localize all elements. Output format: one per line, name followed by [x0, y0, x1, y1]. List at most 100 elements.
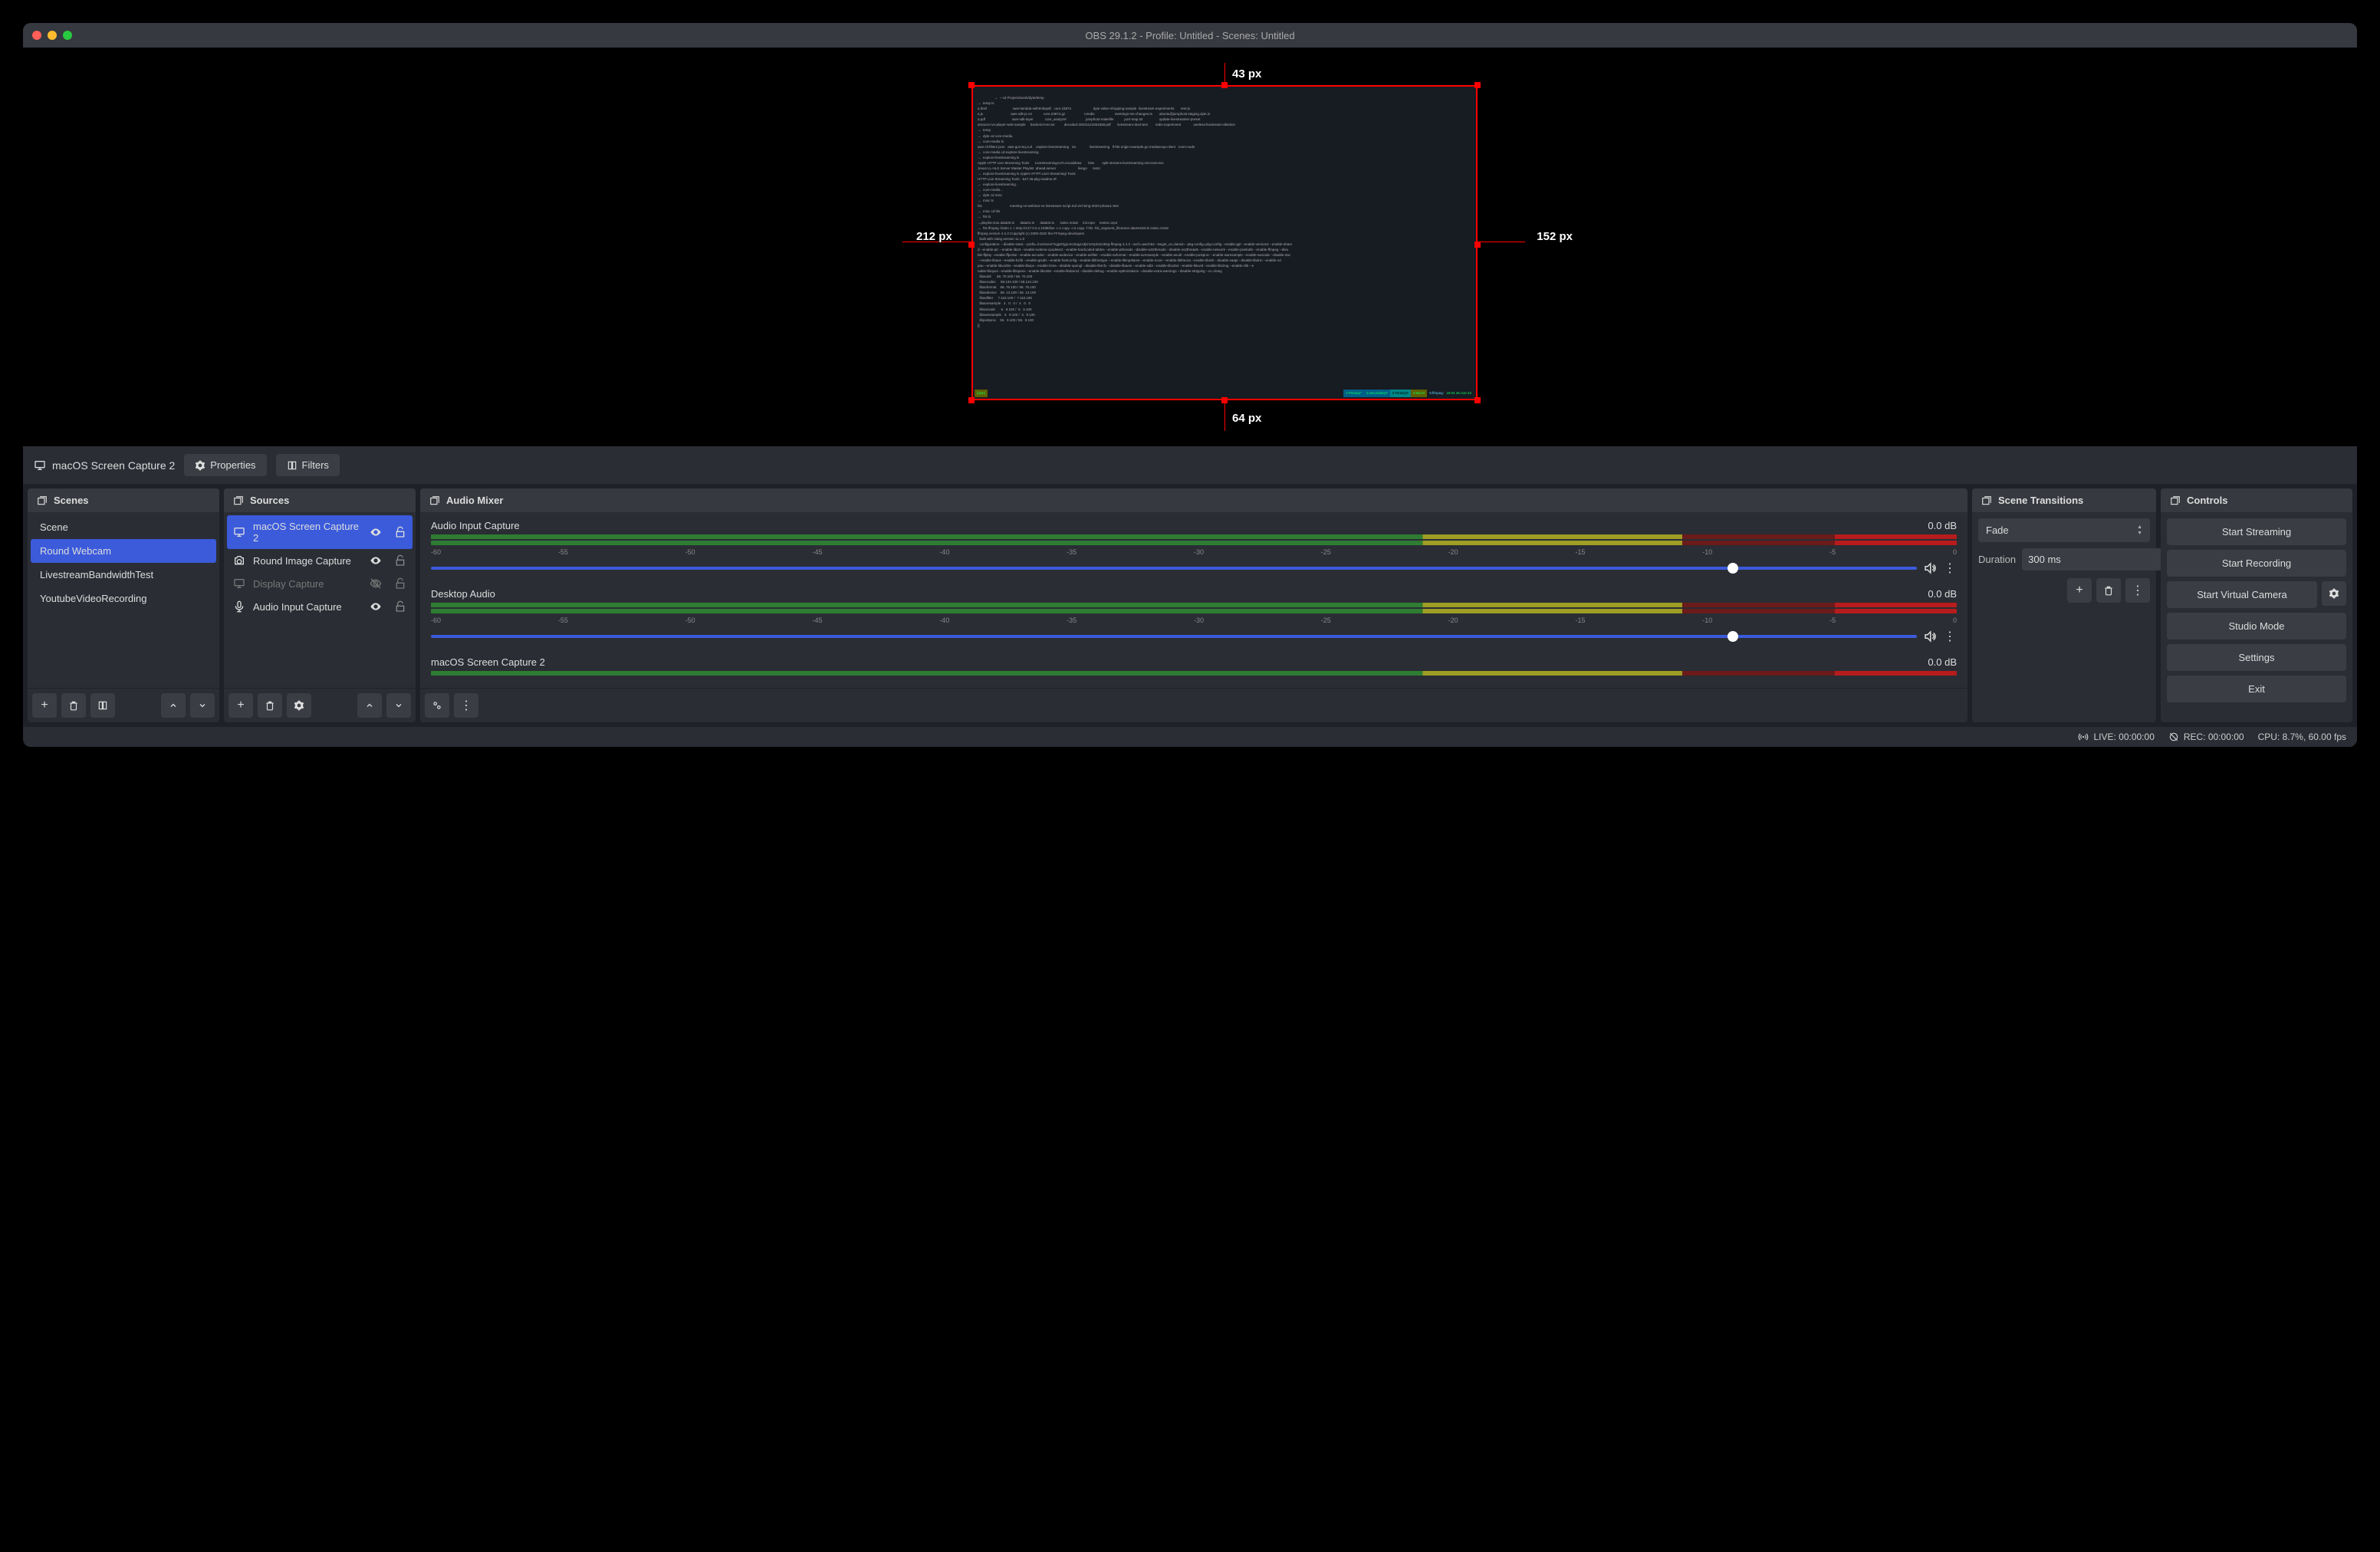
gear-icon	[2329, 588, 2339, 599]
speaker-icon[interactable]	[1923, 561, 1937, 575]
tmux-time: 18:04 26-Jun-23	[1446, 390, 1474, 397]
scenes-header: Scenes	[28, 488, 219, 512]
gear-icon	[294, 700, 304, 711]
volume-slider[interactable]	[431, 635, 1917, 638]
mixer-menu-button[interactable]: ⋮	[454, 693, 478, 718]
transitions-panel: Scene Transitions Fade ▲▼ Duration ▲▼ + …	[1972, 488, 2156, 722]
scenes-footer: +	[28, 688, 219, 722]
scene-item[interactable]: LivestreamBandwidthTest	[31, 563, 216, 587]
tmux-statusbar: [dyte] 1:Primary* 2:Secondary# 3:Tertiar…	[975, 390, 1474, 397]
add-transition-button[interactable]: +	[2067, 578, 2092, 603]
resize-handle-ml[interactable]	[968, 242, 975, 248]
start-streaming-button[interactable]: Start Streaming	[2167, 518, 2346, 545]
window-title: OBS 29.1.2 - Profile: Untitled - Scenes:…	[23, 30, 2357, 41]
status-live: LIVE: 00:00:00	[2078, 732, 2154, 742]
move-scene-up-button[interactable]	[161, 693, 186, 718]
scene-filters-button[interactable]	[90, 693, 115, 718]
gears-icon	[432, 700, 442, 711]
lock-open-icon[interactable]	[394, 577, 406, 590]
eye-icon[interactable]	[370, 526, 382, 538]
lock-open-icon[interactable]	[394, 600, 406, 613]
microphone-icon	[233, 600, 245, 613]
titlebar: OBS 29.1.2 - Profile: Untitled - Scenes:…	[23, 23, 2357, 48]
scene-item[interactable]: YoutubeVideoRecording	[31, 587, 216, 610]
move-source-down-button[interactable]	[386, 693, 411, 718]
move-scene-down-button[interactable]	[190, 693, 215, 718]
tmux-window-1: 1:Primary*	[1343, 390, 1364, 397]
move-source-up-button[interactable]	[357, 693, 382, 718]
preview-area[interactable]: 43 px 64 px 212 px 152 px → ~ cd Project…	[23, 48, 2357, 446]
start-recording-button[interactable]: Start Recording	[2167, 550, 2346, 577]
mixer-header: Audio Mixer	[420, 488, 1967, 512]
channel-name: macOS Screen Capture 2	[431, 656, 545, 668]
status-rec: REC: 00:00:00	[2168, 732, 2244, 742]
settings-button[interactable]: Settings	[2167, 644, 2346, 671]
add-scene-button[interactable]: +	[32, 693, 57, 718]
vcam-settings-button[interactable]	[2322, 581, 2346, 606]
dim-top: 43 px	[1232, 67, 1261, 81]
channel-name: Audio Input Capture	[431, 520, 520, 531]
vu-meter	[431, 534, 1957, 539]
volume-slider[interactable]	[431, 567, 1917, 570]
camera-icon	[233, 554, 245, 567]
resize-handle-bm[interactable]	[1221, 397, 1228, 403]
eye-icon[interactable]	[370, 554, 382, 567]
monitor-icon	[34, 459, 46, 472]
preview-frame[interactable]: 43 px 64 px 212 px 152 px → ~ cd Project…	[902, 63, 1478, 431]
select-stepper-icon: ▲▼	[2137, 524, 2142, 536]
resize-handle-tm[interactable]	[1221, 82, 1228, 88]
channel-menu-button[interactable]: ⋮	[1943, 629, 1957, 644]
trash-icon	[2103, 585, 2114, 596]
vu-meter	[431, 541, 1957, 545]
source-item[interactable]: macOS Screen Capture 2	[227, 515, 413, 549]
monitor-icon	[233, 526, 245, 538]
source-properties-button[interactable]	[287, 693, 311, 718]
status-cpu: CPU: 8.7%, 60.00 fps	[2258, 732, 2346, 742]
gear-icon	[195, 460, 205, 471]
properties-button[interactable]: Properties	[184, 454, 266, 476]
broadcast-icon	[2078, 732, 2089, 742]
mixer-footer: ⋮	[420, 688, 1967, 722]
remove-source-button[interactable]	[258, 693, 282, 718]
source-item[interactable]: Display Capture	[227, 572, 413, 595]
lock-open-icon[interactable]	[394, 554, 406, 567]
add-source-button[interactable]: +	[228, 693, 253, 718]
monitor-icon	[233, 577, 245, 590]
resize-handle-tr[interactable]	[1474, 82, 1481, 88]
resize-handle-bl[interactable]	[968, 397, 975, 403]
eye-icon[interactable]	[370, 600, 382, 613]
advanced-audio-button[interactable]	[425, 693, 449, 718]
scene-item[interactable]: Round Webcam	[31, 539, 216, 563]
speaker-icon[interactable]	[1923, 630, 1937, 643]
source-item[interactable]: Audio Input Capture	[227, 595, 413, 618]
resize-handle-tl[interactable]	[968, 82, 975, 88]
selected-source-label: macOS Screen Capture 2	[34, 459, 175, 472]
duration-input[interactable]	[2022, 548, 2169, 570]
remove-transition-button[interactable]	[2096, 578, 2121, 603]
start-virtual-camera-button[interactable]: Start Virtual Camera	[2167, 581, 2317, 608]
vu-meter	[431, 603, 1957, 607]
sources-header: Sources	[224, 488, 416, 512]
controls-header: Controls	[2161, 488, 2352, 512]
mixer-channel: Desktop Audio0.0 dB -60-55-50-45-40-35-3…	[423, 584, 1964, 652]
eye-off-icon[interactable]	[370, 577, 382, 590]
lock-open-icon[interactable]	[394, 526, 406, 538]
resize-handle-mr[interactable]	[1474, 242, 1481, 248]
exit-button[interactable]: Exit	[2167, 676, 2346, 702]
mixer-body: Audio Input Capture0.0 dB -60-55-50-45-4…	[420, 512, 1967, 688]
resize-handle-br[interactable]	[1474, 397, 1481, 403]
scenes-panel: Scenes Scene Round Webcam LivestreamBand…	[28, 488, 219, 722]
transition-select[interactable]: Fade ▲▼	[1978, 518, 2150, 542]
source-item[interactable]: Round Image Capture	[227, 549, 413, 572]
remove-scene-button[interactable]	[61, 693, 86, 718]
statusbar: LIVE: 00:00:00 REC: 00:00:00 CPU: 8.7%, …	[23, 727, 2357, 747]
scene-item[interactable]: Scene	[31, 515, 216, 539]
preview-source[interactable]: → ~ cd Projects/work/dyte/temp → temp ls…	[971, 85, 1478, 400]
channel-db: 0.0 dB	[1928, 520, 1957, 531]
dock-icon	[233, 495, 244, 506]
filters-button[interactable]: Filters	[276, 454, 340, 476]
sources-footer: +	[224, 688, 416, 722]
transition-menu-button[interactable]: ⋮	[2125, 578, 2150, 603]
channel-menu-button[interactable]: ⋮	[1943, 561, 1957, 576]
studio-mode-button[interactable]: Studio Mode	[2167, 613, 2346, 640]
